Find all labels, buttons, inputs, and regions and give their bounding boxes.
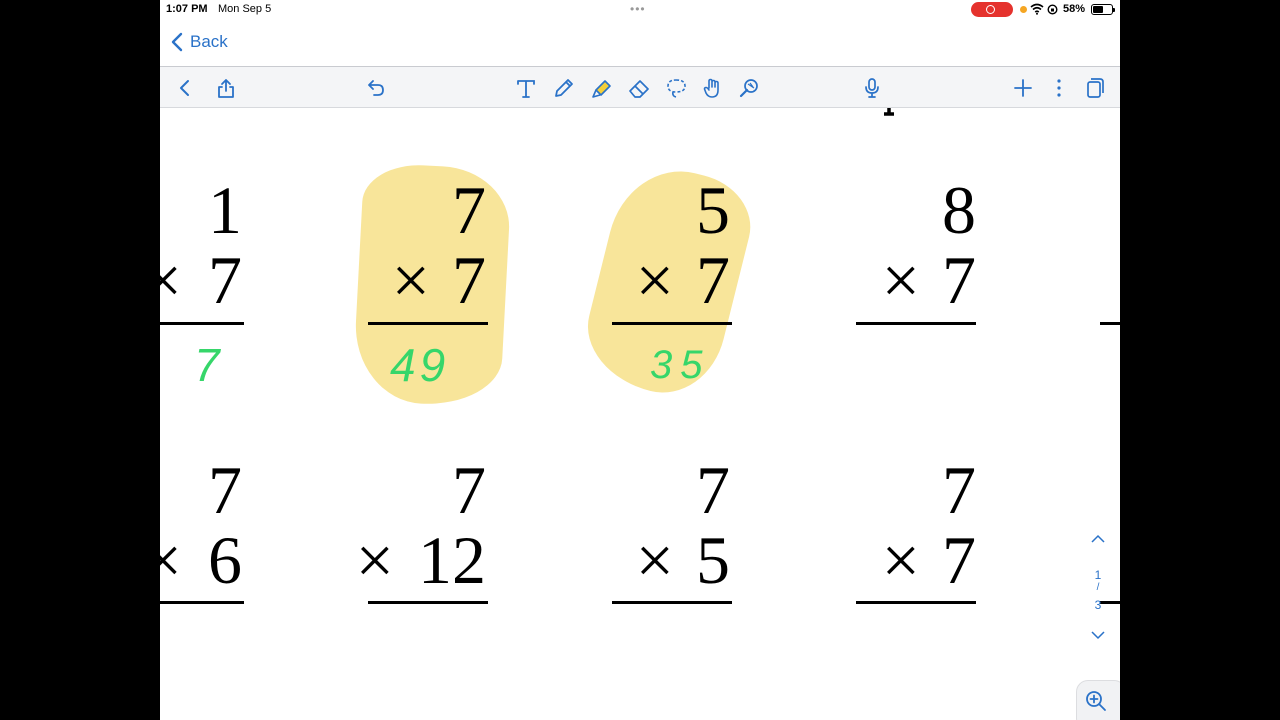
lasso-tool-icon (667, 79, 686, 98)
problem-8-top-number: 7 (942, 452, 976, 528)
microphone-in-use-icon (1020, 6, 1027, 13)
chevron-up-icon[interactable] (1090, 532, 1106, 546)
total-pages-number: 3 (1094, 598, 1102, 612)
problem-1-top-number: 1 (208, 172, 242, 248)
hand-tool-button[interactable] (699, 74, 727, 102)
share-icon (218, 79, 234, 98)
problem-4-top-number: 8 (942, 172, 976, 248)
answer-line (160, 322, 244, 325)
multiplication-sign: × (355, 522, 394, 598)
back-button[interactable]: Back (170, 30, 228, 54)
ipad-screen: 1:07 PM Mon Sep 5 ••• 58% Back 1 × 7 7 7… (160, 0, 1120, 720)
undo-button[interactable] (362, 74, 390, 102)
text-tool-button[interactable] (512, 74, 540, 102)
answer-line (368, 322, 488, 325)
orientation-lock-icon (1047, 4, 1058, 15)
problem-8-bottom-number: 7 (942, 522, 976, 598)
multiplication-sign: × (160, 242, 182, 318)
problem-5-bottom-number: 6 (208, 522, 242, 598)
answer-line (160, 601, 244, 604)
more-icon (1057, 79, 1061, 97)
problem-4-bottom-number: 7 (942, 242, 976, 318)
text-tool-icon (517, 80, 535, 98)
answer-line (612, 322, 732, 325)
eraser-tool-button[interactable] (625, 74, 653, 102)
zoom-button[interactable] (1076, 680, 1120, 720)
microphone-icon (865, 78, 879, 98)
problem-3-top-number: 5 (696, 172, 730, 248)
multiplication-sign: × (635, 242, 674, 318)
problem-7-top-number: 7 (696, 452, 730, 528)
eraser-tool-icon (629, 80, 649, 98)
chevron-left-icon (171, 32, 183, 52)
problem-5-top-number: 7 (208, 452, 242, 528)
chevron-down-icon[interactable] (1090, 628, 1106, 642)
problem-2-top-number: 7 (452, 172, 486, 248)
multiplication-sign: × (391, 242, 430, 318)
zoom-in-icon (1086, 691, 1106, 711)
lasso-tool-button[interactable] (662, 74, 690, 102)
hand-tool-icon (703, 78, 719, 98)
answer-line (856, 601, 976, 604)
multiplication-sign: × (635, 522, 674, 598)
more-button[interactable] (1045, 74, 1073, 102)
problem-6-bottom-number: 12 (418, 522, 486, 598)
share-button[interactable] (212, 74, 240, 102)
answer-line (1100, 322, 1120, 325)
problem-2-bottom-number: 7 (452, 242, 486, 318)
status-date: Mon Sep 5 (218, 3, 272, 15)
add-icon (1014, 79, 1032, 97)
highlighter-tool-icon (592, 80, 611, 98)
previous-button[interactable] (171, 74, 199, 102)
multitasking-dots-icon[interactable]: ••• (630, 2, 646, 16)
annotation-toolbar (160, 66, 1120, 108)
screen-recording-icon[interactable] (971, 2, 1013, 17)
battery-icon (1091, 4, 1115, 15)
add-button[interactable] (1009, 74, 1037, 102)
problem-1-bottom-number: 7 (208, 242, 242, 318)
problem-3-answer: 35 (650, 343, 711, 387)
wifi-icon (1030, 3, 1044, 15)
multiplication-sign: × (881, 522, 920, 598)
battery-percentage: 58% (1063, 3, 1086, 15)
worksheet-page[interactable]: 1 × 7 7 7 × 7 49 5 × 7 35 8 × 7 7 × 6 7 … (160, 108, 1120, 720)
pages-icon (1087, 78, 1104, 98)
cut-off-text-fragment (884, 108, 894, 116)
pen-tool-icon (555, 79, 573, 97)
status-bar: 1:07 PM Mon Sep 5 ••• 58% (160, 0, 1120, 20)
problem-2-answer: 49 (390, 339, 450, 391)
pointer-tool-button[interactable] (735, 74, 763, 102)
page-separator: / (1096, 582, 1100, 593)
multiplication-sign: × (881, 242, 920, 318)
problem-6-top-number: 7 (452, 452, 486, 528)
answer-line (612, 601, 732, 604)
pages-button[interactable] (1081, 74, 1109, 102)
highlighter-tool-button[interactable] (588, 74, 616, 102)
chevron-left-icon (180, 80, 189, 96)
pointer-tool-icon (739, 79, 758, 98)
problem-3-bottom-number: 7 (696, 242, 730, 318)
problem-7-bottom-number: 5 (696, 522, 730, 598)
navigation-bar: Back (160, 20, 1120, 66)
answer-line (856, 322, 976, 325)
back-label: Back (190, 32, 228, 51)
problem-1-answer: 7 (194, 339, 220, 391)
multiplication-sign: × (160, 522, 182, 598)
undo-icon (368, 80, 384, 96)
answer-line (368, 601, 488, 604)
page-indicator: 1 / 3 (1080, 532, 1116, 648)
record-audio-button[interactable] (858, 74, 886, 102)
status-time: 1:07 PM (166, 3, 208, 15)
pen-tool-button[interactable] (550, 74, 578, 102)
current-page-number: 1 (1094, 568, 1102, 582)
